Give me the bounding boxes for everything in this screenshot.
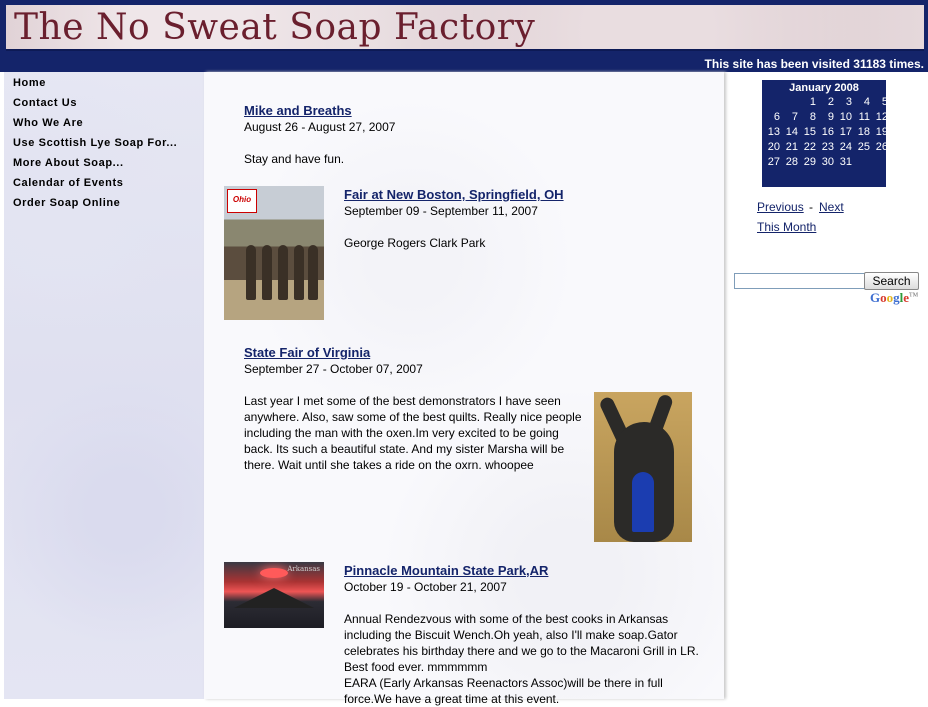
main-content: Mike and Breaths August 26 - August 27, … (204, 72, 724, 706)
nav-item-scottish-lye-soap[interactable]: Use Scottish Lye Soap For... (13, 137, 177, 149)
calendar-day: 2 (827, 96, 834, 108)
calendar-day: 6 (773, 111, 780, 123)
left-nav: Home Contact Us Who We Are Use Scottish … (4, 72, 204, 699)
calendar-month-title: January 2008 (789, 82, 859, 94)
ohio-badge: Ohio (227, 189, 257, 213)
calendar-link-separator: - (809, 200, 813, 214)
event-date: August 26 - August 27, 2007 (244, 120, 396, 134)
calendar-day: 3 (845, 96, 852, 108)
calendar-next-link[interactable]: Next (819, 200, 844, 214)
calendar-day: 1 (809, 96, 816, 108)
event-date: October 19 - October 21, 2007 (344, 580, 507, 594)
calendar-day: 10 (839, 111, 852, 123)
calendar-day: 28 (785, 156, 798, 168)
nav-item-order-soap-online[interactable]: Order Soap Online (13, 197, 120, 209)
calendar-day: 19 (875, 126, 888, 138)
calendar-day: 23 (821, 141, 834, 153)
event-photo-reenactors: Ohio (224, 186, 324, 320)
calendar-previous-link[interactable]: Previous (757, 200, 804, 214)
calendar-day: 21 (785, 141, 798, 153)
calendar-day: 31 (839, 156, 852, 168)
calendar-day: 13 (767, 126, 780, 138)
event-title-fair-new-boston[interactable]: Fair at New Boston, Springfield, OH (344, 187, 564, 202)
calendar-day: 24 (839, 141, 852, 153)
header: The No Sweat Soap Factory (0, 0, 928, 56)
nav-item-more-about-soap[interactable]: More About Soap... (13, 157, 124, 169)
event-photo-mountain: Arkansas (224, 562, 324, 628)
calendar-day: 7 (791, 111, 798, 123)
event-description-continued: EARA (Early Arkansas Reenactors Assoc)wi… (344, 676, 663, 706)
event-date: September 27 - October 07, 2007 (244, 362, 423, 376)
event-title-pinnacle-mountain[interactable]: Pinnacle Mountain State Park,AR (344, 563, 548, 578)
nav-item-home[interactable]: Home (13, 77, 46, 89)
event-date: September 09 - September 11, 2007 (344, 204, 538, 218)
calendar-day: 29 (803, 156, 816, 168)
nav-item-contact-us[interactable]: Contact Us (13, 97, 77, 109)
google-logo: GoogleTM (870, 290, 919, 305)
event-photo-donkey (594, 392, 692, 542)
calendar-day: 17 (839, 126, 852, 138)
calendar-day: 14 (785, 126, 798, 138)
event-description: George Rogers Clark Park (344, 236, 486, 250)
visit-counter: This site has been visited 31183 times. (704, 57, 924, 71)
calendar-day: 22 (803, 141, 816, 153)
calendar-day: 16 (821, 126, 834, 138)
banner: The No Sweat Soap Factory (6, 5, 924, 51)
event-description: Last year I met some of the best demonst… (244, 394, 582, 472)
event-description: Annual Rendezvous with some of the best … (344, 612, 699, 674)
calendar-day: 15 (803, 126, 816, 138)
calendar-day: 9 (827, 111, 834, 123)
calendar-day: 30 (821, 156, 834, 168)
calendar-day: 12 (875, 111, 888, 123)
calendar-day: 27 (767, 156, 780, 168)
mini-calendar: January 2008 1 2 3 4 5 6 7 8 9 10 11 12 13 14 15 16 17 18… (762, 80, 888, 187)
calendar-day: 11 (858, 111, 870, 123)
calendar-day: 5 (881, 96, 888, 108)
calendar-day: 18 (857, 126, 870, 138)
blue-ribbon-icon (632, 472, 654, 532)
calendar-day: 20 (767, 141, 780, 153)
site-title: The No Sweat Soap Factory (14, 7, 536, 48)
event-title-state-fair-virginia[interactable]: State Fair of Virginia (244, 345, 370, 360)
calendar-day: 8 (809, 111, 816, 123)
search-input[interactable] (734, 273, 866, 289)
event-description: Stay and have fun. (244, 152, 345, 166)
visits-bar: This site has been visited 31183 times. (0, 56, 928, 72)
calendar-day: 26 (875, 141, 888, 153)
event-title-mike-and-breaths[interactable]: Mike and Breaths (244, 103, 352, 118)
photo-caption: Arkansas (287, 565, 320, 573)
calendar-this-month-link[interactable]: This Month (757, 220, 816, 234)
calendar-day: 25 (857, 141, 870, 153)
nav-item-who-we-are[interactable]: Who We Are (13, 117, 83, 129)
nav-item-calendar-of-events[interactable]: Calendar of Events (13, 177, 123, 189)
calendar-day: 4 (863, 96, 870, 108)
search-button[interactable]: Search (864, 272, 919, 290)
